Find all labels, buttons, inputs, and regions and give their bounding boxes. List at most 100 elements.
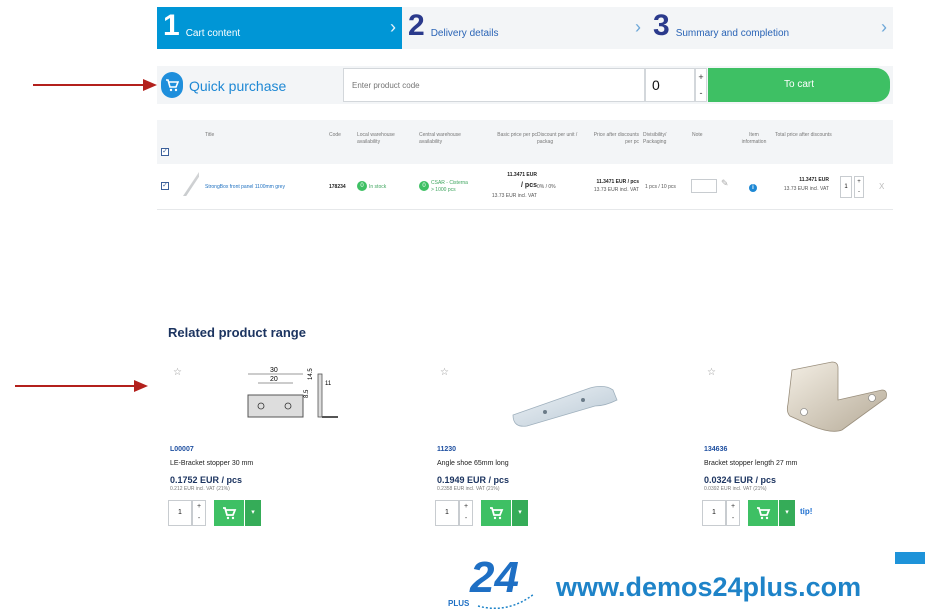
side-tab[interactable] [895, 552, 925, 564]
table-row: ✓ StrongBox front panel 1100mm grey 1782… [157, 164, 893, 210]
annotation-arrow [15, 385, 137, 387]
add-to-cart-button[interactable] [748, 500, 778, 526]
plus-button[interactable]: + [727, 501, 739, 513]
basic-price-vat: 13.73 EUR incl. VAT [491, 193, 537, 199]
product-price: 0.1949 EUR / pcs [437, 475, 510, 485]
product-image [786, 361, 887, 432]
plus-button[interactable]: + [193, 501, 205, 513]
chevron-down-icon[interactable]: ▾ [512, 500, 528, 526]
discount-value: 0% / 0% [537, 184, 556, 190]
quantity-stepper[interactable]: + - [459, 500, 473, 526]
step-cart-content[interactable]: 1 Cart content › [157, 7, 402, 49]
step-number: 3 [653, 9, 670, 42]
star-icon[interactable]: ☆ [707, 367, 716, 378]
step-summary[interactable]: 3 Summary and completion › [647, 7, 893, 49]
dimension-label: 30 [270, 367, 278, 374]
price-after-vat: 13.73 EUR incl. VAT [593, 187, 639, 193]
step-number: 2 [408, 9, 425, 42]
minus-button[interactable]: - [855, 187, 863, 197]
row-checkbox[interactable]: ✓ [161, 182, 169, 190]
related-product-card: ☆ 134636 Bracket stopper length 27 mm 0.… [702, 355, 902, 530]
col-local: Local warehouse availability [357, 132, 395, 145]
product-code[interactable]: L00007 [170, 446, 194, 453]
basic-price: 11.3471 EUR [507, 172, 537, 178]
cart-table: ✓ Title Code Local warehouse availabilit… [157, 120, 893, 210]
dimension-label: 8.5 [304, 389, 310, 398]
col-note: Note [692, 132, 703, 138]
remove-item-button[interactable]: X [879, 183, 884, 191]
chevron-down-icon[interactable]: ▾ [779, 500, 795, 526]
quantity-field[interactable]: 1 [435, 500, 459, 526]
minus-button[interactable]: - [460, 513, 472, 525]
site-url[interactable]: www.demos24plus.com [556, 572, 861, 603]
annotation-arrow-head [134, 380, 148, 392]
minus-button[interactable]: - [696, 85, 706, 101]
product-name[interactable]: Bracket stopper length 27 mm [704, 460, 797, 467]
to-cart-button[interactable]: To cart [708, 68, 890, 102]
plus-button[interactable]: + [696, 69, 706, 85]
quantity-stepper[interactable]: + - [726, 500, 740, 526]
plus-button[interactable]: + [460, 501, 472, 513]
product-title-link[interactable]: StrongBox front panel 1100mm grey [205, 184, 285, 191]
product-code-input[interactable] [343, 68, 645, 102]
total-price: 11.3471 EUR [799, 177, 829, 183]
product-image: 30 20 14.5 8.5 11 [247, 367, 338, 418]
col-discount: Discount per unit / packag [537, 132, 578, 145]
step-delivery-details[interactable]: 2 Delivery details › [402, 7, 647, 49]
dimension-label: 11 [325, 381, 332, 387]
table-header: ✓ Title Code Local warehouse availabilit… [157, 120, 893, 164]
edit-note-icon[interactable]: ✎ [721, 179, 729, 188]
quantity-stepper[interactable]: + - [192, 500, 206, 526]
logo-plus: PLUS [448, 599, 470, 608]
minus-button[interactable]: - [193, 513, 205, 525]
cart-icon [757, 507, 771, 520]
product-code[interactable]: 11230 [437, 446, 456, 453]
product-code[interactable]: 134636 [704, 446, 727, 453]
cart-icon [490, 507, 504, 520]
col-code: Code [329, 132, 341, 138]
note-input[interactable] [691, 179, 717, 193]
row-quantity-field[interactable]: 1 [840, 176, 852, 198]
row-quantity-stepper[interactable]: + - [854, 176, 864, 198]
product-image [512, 386, 618, 427]
star-icon[interactable]: ☆ [173, 367, 182, 378]
quantity-stepper[interactable]: + - [695, 68, 707, 102]
col-basic-price: Basic price per pc [497, 132, 537, 138]
central-stock-badge: 0 [419, 181, 429, 191]
logo-number: 24 [469, 553, 519, 602]
minus-button[interactable]: - [727, 513, 739, 525]
cart-icon [223, 507, 237, 520]
product-price-vat: 0.0392 EUR incl. VAT (21%) [704, 486, 767, 492]
step-label: Delivery details [430, 28, 499, 39]
quantity-field[interactable]: 1 [168, 500, 192, 526]
product-name[interactable]: LE-Bracket stopper 30 mm [170, 460, 253, 467]
related-product-card: ☆ 30 20 14.5 8.5 11 L00007 LE-Bracket st… [168, 355, 368, 530]
related-products-title: Related product range [168, 325, 306, 340]
product-thumbnail [183, 172, 199, 196]
quantity-field[interactable]: 0 [645, 68, 695, 102]
local-stock-text: In stock [369, 184, 387, 190]
tip-link[interactable]: tip! [800, 507, 812, 516]
quick-purchase-bar: Quick purchase 0 + - To cart [157, 66, 893, 104]
col-central: Central warehouse availability [419, 132, 461, 145]
star-icon[interactable]: ☆ [440, 367, 449, 378]
annotation-arrow-head [143, 79, 157, 91]
plus-button[interactable]: + [855, 177, 863, 187]
checkout-steps: 1 Cart content › 2 Delivery details › 3 … [157, 7, 893, 49]
add-to-cart-button[interactable] [481, 500, 511, 526]
select-all-checkbox[interactable]: ✓ [161, 148, 169, 156]
chevron-down-icon[interactable]: ▾ [245, 500, 261, 526]
annotation-arrow [33, 84, 145, 86]
col-item-info: Item information [741, 132, 767, 145]
related-product-card: ☆ 11230 Angle shoe 65mm long 0.1949 EUR … [435, 355, 635, 530]
info-icon[interactable]: i [749, 184, 757, 192]
quantity-field[interactable]: 1 [702, 500, 726, 526]
dimension-label: 20 [270, 376, 278, 383]
demos24plus-logo: 24 PLUS [448, 553, 535, 609]
step-label: Summary and completion [675, 28, 790, 39]
add-to-cart-button[interactable] [214, 500, 244, 526]
product-name[interactable]: Angle shoe 65mm long [437, 460, 509, 467]
chevron-right-icon: › [881, 17, 887, 37]
local-stock-badge: 0 [357, 181, 367, 191]
col-divisibility: Divisibility/ Packaging [643, 132, 667, 145]
